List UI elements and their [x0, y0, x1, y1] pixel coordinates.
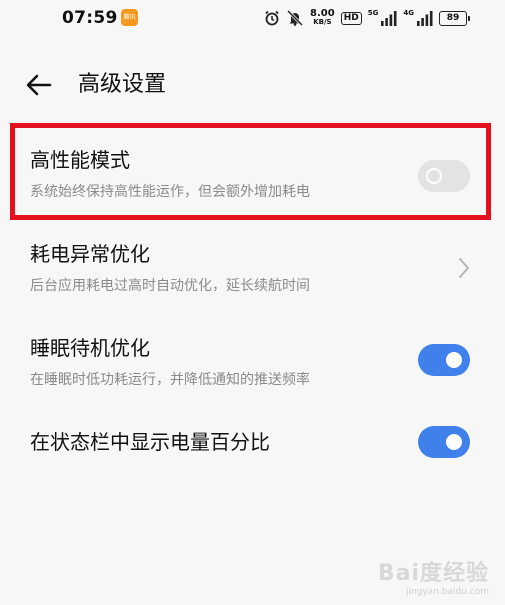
battery-icon: 89: [439, 10, 470, 26]
sim1-network-type: 5G: [367, 9, 379, 17]
watermark-text: Bai度经验: [377, 561, 489, 586]
toggle-knob: [446, 352, 462, 368]
setting-row-abnormal-power-optimization[interactable]: 耗电异常优化 后台应用耗电过高时自动优化，延长续航时间: [0, 236, 505, 310]
watermark-sub: jingyan.baidu.com: [405, 587, 489, 597]
app-notification-icon: 腾讯: [121, 9, 138, 26]
watermark: Bai度经验 jingyan.baidu.com: [378, 555, 489, 597]
toggle-knob: [446, 434, 462, 450]
setting-subtitle: 在睡眠时低功耗运行，并降低通知的推送频率: [30, 372, 310, 388]
chevron-right-icon: [457, 256, 471, 280]
status-icons: 8.00 KB/S HD 5G 4G 89: [264, 7, 470, 29]
page-title: 高级设置: [78, 72, 167, 97]
highlight-box: [10, 123, 491, 220]
setting-title: 耗电异常优化: [30, 242, 150, 266]
battery-percentage-toggle[interactable]: [418, 426, 470, 458]
setting-title: 睡眠待机优化: [30, 336, 150, 360]
setting-subtitle: 后台应用耗电过高时自动优化，延长续航时间: [30, 278, 310, 294]
mute-icon: [286, 10, 304, 26]
status-bar: 07:59 腾讯 8.00 KB/S HD 5G 4G 89: [0, 0, 505, 34]
network-speed: 8.00 KB/S: [310, 8, 335, 27]
sleep-standby-toggle[interactable]: [418, 344, 470, 376]
signal-icon-sim2: [417, 10, 433, 26]
setting-row-sleep-standby-optimization[interactable]: 睡眠待机优化 在睡眠时低功耗运行，并降低通知的推送频率: [0, 330, 505, 404]
setting-title: 在状态栏中显示电量百分比: [30, 430, 270, 454]
status-time: 07:59: [62, 8, 118, 28]
back-arrow-icon[interactable]: [24, 70, 54, 100]
setting-row-battery-percentage[interactable]: 在状态栏中显示电量百分比: [0, 424, 505, 464]
sim2-network-type: 4G: [403, 9, 414, 17]
hd-voice-icon: HD: [340, 11, 362, 25]
page-header: 高级设置: [0, 60, 505, 110]
alarm-icon: [264, 10, 280, 26]
signal-icon-sim1: [381, 10, 397, 26]
